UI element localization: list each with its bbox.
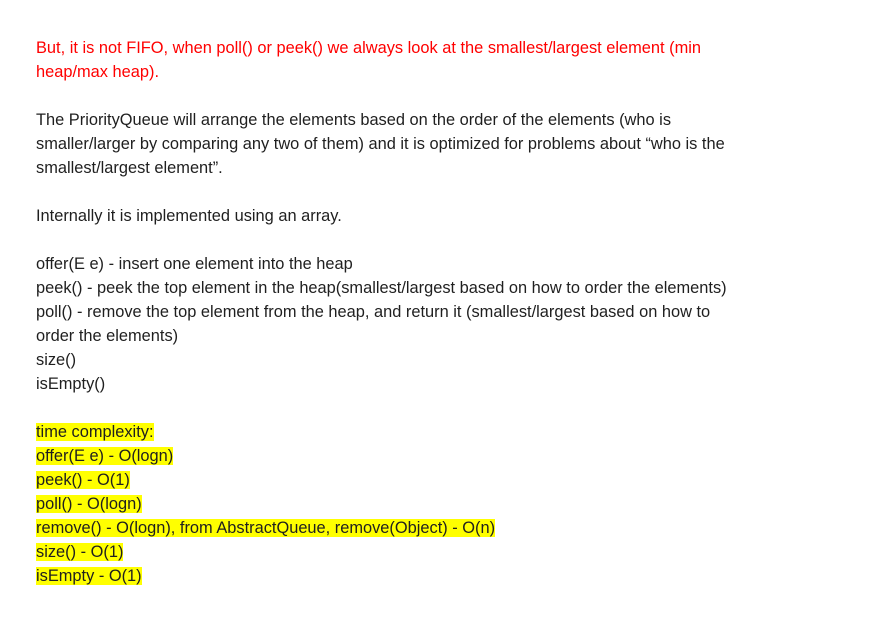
- complexity-row: poll() - O(logn): [36, 492, 836, 516]
- method-item-size: size(): [36, 351, 77, 369]
- complexity-list: time complexity: offer(E e) - O(logn) pe…: [36, 420, 836, 588]
- description-line: The PriorityQueue will arrange the eleme…: [36, 111, 672, 129]
- method-item-offer: offer(E e) - insert one element into the…: [36, 255, 353, 273]
- complexity-row: peek() - O(1): [36, 468, 836, 492]
- description-paragraph: The PriorityQueue will arrange the eleme…: [36, 108, 836, 180]
- methods-list: offer(E e) - insert one element into the…: [36, 252, 836, 396]
- complexity-item-poll: poll() - O(logn): [36, 495, 142, 513]
- intro-paragraph: But, it is not FIFO, when poll() or peek…: [36, 36, 836, 84]
- intro-line: heap/max heap).: [36, 63, 160, 81]
- complexity-heading: time complexity:: [36, 423, 154, 441]
- complexity-row: time complexity:: [36, 420, 836, 444]
- intro-line: But, it is not FIFO, when poll() or peek…: [36, 39, 701, 57]
- complexity-row: size() - O(1): [36, 540, 836, 564]
- complexity-item-remove: remove() - O(logn), from AbstractQueue, …: [36, 519, 496, 537]
- method-item-poll-continued: order the elements): [36, 327, 179, 345]
- implementation-paragraph: Internally it is implemented using an ar…: [36, 204, 836, 228]
- complexity-item-size: size() - O(1): [36, 543, 124, 561]
- method-item-isempty: isEmpty(): [36, 375, 106, 393]
- document-body: But, it is not FIFO, when poll() or peek…: [36, 36, 836, 588]
- implementation-line: Internally it is implemented using an ar…: [36, 207, 342, 225]
- method-item-peek: peek() - peek the top element in the hea…: [36, 279, 727, 297]
- description-line: smaller/larger by comparing any two of t…: [36, 135, 725, 153]
- description-line: smallest/largest element”.: [36, 159, 223, 177]
- complexity-item-offer: offer(E e) - O(logn): [36, 447, 174, 465]
- complexity-row: offer(E e) - O(logn): [36, 444, 836, 468]
- method-item-poll: poll() - remove the top element from the…: [36, 303, 711, 321]
- complexity-item-peek: peek() - O(1): [36, 471, 130, 489]
- complexity-row: remove() - O(logn), from AbstractQueue, …: [36, 516, 836, 540]
- complexity-row: isEmpty - O(1): [36, 564, 836, 588]
- complexity-item-isempty: isEmpty - O(1): [36, 567, 142, 585]
